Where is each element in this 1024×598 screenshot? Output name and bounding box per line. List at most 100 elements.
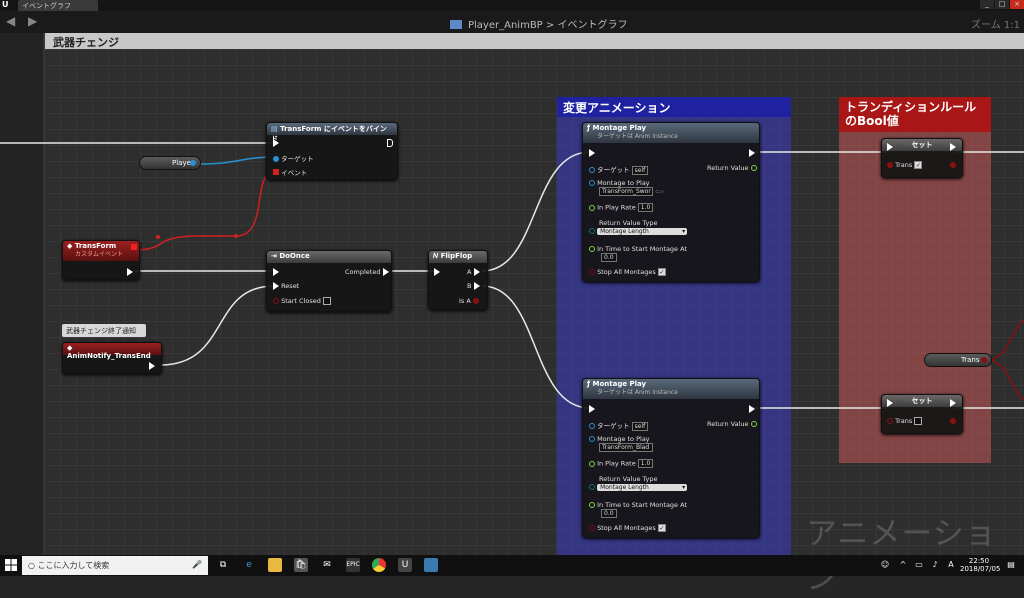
time-input[interactable]: 0.0 xyxy=(601,509,617,518)
ime-icon[interactable]: A xyxy=(944,558,958,572)
epic-games-icon[interactable]: EPIC xyxy=(346,558,360,572)
montage-play-node-2[interactable]: ƒ Montage Play ターゲットは Anim Instance ターゲット… xyxy=(582,378,760,538)
a-pin[interactable] xyxy=(473,268,480,276)
stop-checkbox[interactable]: ✓ xyxy=(657,268,666,276)
rvt-pin[interactable] xyxy=(589,228,595,234)
exec-out-pin[interactable] xyxy=(950,399,956,407)
maximize-icon[interactable]: □ xyxy=(995,0,1009,9)
target-pin[interactable] xyxy=(273,156,279,162)
delegate-pin[interactable] xyxy=(131,244,137,250)
trans-out-pin[interactable] xyxy=(950,162,956,168)
rvt-pin[interactable] xyxy=(589,484,595,490)
target-pin[interactable] xyxy=(589,423,595,429)
trans-checkbox[interactable]: ✓ xyxy=(914,161,923,169)
rvt-dropdown[interactable]: Montage Length xyxy=(597,484,688,491)
stop-pin[interactable] xyxy=(589,525,595,531)
breadcrumb-blueprint[interactable]: Player_AnimBP xyxy=(468,20,543,31)
time-pin[interactable] xyxy=(589,246,595,252)
return-value-pin[interactable] xyxy=(750,421,757,427)
unreal-engine-icon[interactable]: U xyxy=(398,558,412,572)
time-pin[interactable] xyxy=(589,502,595,508)
montage-play-node-1[interactable]: ƒ Montage Play ターゲットは Anim Instance ターゲット… xyxy=(582,122,760,282)
transform-custom-event-node[interactable]: ◆ TransForm カスタムイベント xyxy=(62,240,140,280)
trans-getter-pin[interactable] xyxy=(981,357,987,363)
tray-chevron-icon[interactable]: ^ xyxy=(896,558,910,572)
taskbar-search-input[interactable]: ○ ここに入力して検索 🎤 xyxy=(22,556,208,575)
windows-start-icon[interactable] xyxy=(4,558,18,572)
rate-pin[interactable] xyxy=(589,460,595,467)
app-icon[interactable] xyxy=(424,558,438,572)
exec-in-pin[interactable] xyxy=(434,268,440,276)
time-input[interactable]: 0.0 xyxy=(601,253,617,262)
close-icon[interactable]: × xyxy=(1010,0,1024,9)
set-node-1[interactable]: セット Trans ✓ xyxy=(881,138,963,178)
start-closed-checkbox[interactable] xyxy=(322,297,331,305)
exec-in-pin[interactable] xyxy=(273,268,279,276)
isa-pin[interactable] xyxy=(472,298,479,304)
browse-icon[interactable]: ⇦⌕ xyxy=(655,188,664,196)
breadcrumb-graph[interactable]: イベントグラフ xyxy=(557,20,627,31)
microphone-icon[interactable]: 🎤 xyxy=(192,560,202,569)
exec-out-pin[interactable] xyxy=(149,362,155,370)
event-pin[interactable] xyxy=(273,169,279,175)
reset-pin[interactable] xyxy=(273,282,279,290)
exec-out-pin[interactable] xyxy=(127,268,133,276)
trans-in-pin[interactable] xyxy=(887,418,893,424)
exec-in-pin[interactable] xyxy=(589,405,595,413)
player-out-pin[interactable] xyxy=(190,160,196,166)
exec-in-pin[interactable] xyxy=(589,149,595,157)
trans-in-pin[interactable] xyxy=(887,162,893,168)
anim-notify-node[interactable]: ◆ AnimNotify_TransEnd xyxy=(62,342,162,374)
exec-out-pin[interactable] xyxy=(749,149,755,157)
target-pin[interactable] xyxy=(589,167,595,173)
minimize-icon[interactable]: _ xyxy=(980,0,994,9)
forward-arrow-icon[interactable]: ▶ xyxy=(28,14,37,28)
comment-bubble[interactable]: 武器チェンジ終了通知 xyxy=(62,324,146,337)
montage-pin[interactable] xyxy=(589,436,595,442)
notification-icon[interactable]: ▤ xyxy=(1004,558,1018,572)
stop-checkbox[interactable]: ✓ xyxy=(657,524,666,532)
rate-input[interactable]: 1.0 xyxy=(637,459,654,468)
clock[interactable]: 22:50 2018/07/05 xyxy=(960,557,1000,573)
volume-icon[interactable]: ♪ xyxy=(928,558,942,572)
exec-out-pin[interactable] xyxy=(950,143,956,151)
bind-event-node[interactable]: ▤ TransForm にイベントをバインド ターゲット イベント xyxy=(266,122,398,180)
chrome-icon[interactable] xyxy=(372,558,386,572)
exec-out-pin[interactable] xyxy=(387,139,393,147)
rate-input[interactable]: 1.0 xyxy=(637,203,654,212)
target-label: ターゲット xyxy=(281,155,314,163)
exec-in-pin[interactable] xyxy=(273,139,279,147)
return-value-pin[interactable] xyxy=(750,165,757,171)
file-explorer-icon[interactable] xyxy=(268,558,282,572)
exec-in-pin[interactable] xyxy=(887,143,893,151)
trans-variable-node[interactable]: Trans xyxy=(924,353,992,367)
task-view-icon[interactable]: ⧉ xyxy=(216,558,230,572)
network-icon[interactable]: ▭ xyxy=(912,558,926,572)
montage-asset-select[interactable]: TransForm_Blad xyxy=(599,443,653,452)
doonce-node[interactable]: ⇥ DoOnce Completed Reset Start Closed xyxy=(266,250,392,312)
set-node-2[interactable]: セット Trans xyxy=(881,394,963,434)
people-icon[interactable]: ☺ xyxy=(878,558,892,572)
montage-asset-select[interactable]: TransForm_Swor xyxy=(599,187,653,196)
edge-icon[interactable]: e xyxy=(242,558,256,572)
comment-weapon-change[interactable]: 武器チェンジ xyxy=(45,33,1024,49)
rvt-dropdown[interactable]: Montage Length xyxy=(597,228,688,235)
event-label: イベント xyxy=(281,169,308,177)
mail-icon[interactable]: ✉ xyxy=(320,558,334,572)
start-closed-pin[interactable] xyxy=(273,298,279,304)
stop-pin[interactable] xyxy=(589,269,595,275)
trans-out-pin[interactable] xyxy=(950,418,956,424)
trans-checkbox[interactable] xyxy=(914,417,923,425)
montage-pin[interactable] xyxy=(589,180,595,186)
back-arrow-icon[interactable]: ◀ xyxy=(6,14,15,28)
store-icon[interactable]: 🛍 xyxy=(294,558,308,572)
player-variable-node[interactable]: Player xyxy=(139,156,201,170)
tab-event-graph[interactable]: イベントグラフ xyxy=(18,0,98,11)
rate-pin[interactable] xyxy=(589,204,595,211)
completed-pin[interactable] xyxy=(382,268,389,276)
exec-in-pin[interactable] xyxy=(887,399,893,407)
stop-label: Stop All Montages xyxy=(597,268,656,276)
exec-out-pin[interactable] xyxy=(749,405,755,413)
flipflop-node[interactable]: 𝑁 FlipFlop A B Is A xyxy=(428,250,488,310)
b-pin[interactable] xyxy=(473,282,480,290)
